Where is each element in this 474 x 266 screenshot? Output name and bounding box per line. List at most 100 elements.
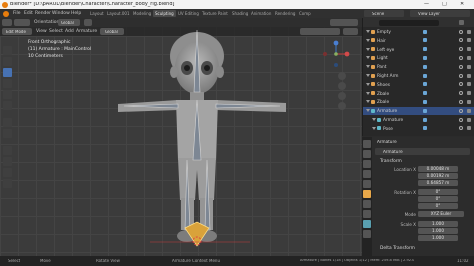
rotation-mode-dropdown[interactable]: XYZ Euler <box>418 211 464 217</box>
outliner-row[interactable]: Armature <box>363 116 474 124</box>
visibility-eye-icon[interactable] <box>459 82 463 87</box>
visibility-eye-icon[interactable] <box>459 108 463 113</box>
outliner-row[interactable]: Shoes <box>363 81 474 89</box>
outliner-row-label: Armature <box>383 118 404 123</box>
visibility-eye-icon[interactable] <box>459 126 463 131</box>
view-layer-selector[interactable]: View Layer <box>410 10 470 17</box>
expand-arrow-icon[interactable] <box>366 30 370 33</box>
scale-y-field[interactable]: 1.000 <box>418 228 458 234</box>
constraints-tab-icon[interactable] <box>363 210 371 218</box>
render-camera-icon[interactable] <box>467 99 471 104</box>
render-camera-icon[interactable] <box>467 47 471 52</box>
outliner-header <box>363 18 474 27</box>
expand-arrow-icon[interactable] <box>366 47 370 51</box>
expand-arrow-icon[interactable] <box>366 74 370 77</box>
outliner-row[interactable]: Pant <box>363 63 474 71</box>
expand-arrow-icon[interactable] <box>366 38 370 42</box>
scale-label: Scale X <box>400 222 416 227</box>
minimize-button[interactable]: — <box>424 2 429 7</box>
outliner-row[interactable]: Light <box>363 54 474 62</box>
rotation-y-field[interactable]: 0° <box>418 196 458 202</box>
render-camera-icon[interactable] <box>467 29 471 34</box>
output-tab-icon[interactable] <box>363 160 371 168</box>
rotation-x-field[interactable]: 0° <box>418 189 458 195</box>
rotation-label: Rotation X <box>394 190 416 195</box>
scene-tab-icon[interactable] <box>363 170 371 178</box>
outliner-row[interactable]: Pose <box>363 125 474 133</box>
clock: 11:02 <box>457 259 469 263</box>
visibility-eye-icon[interactable] <box>459 55 463 60</box>
outliner-row[interactable]: Right Arm <box>363 72 474 80</box>
outliner-row[interactable]: Empty <box>363 28 474 36</box>
visibility-eye-icon[interactable] <box>459 99 463 104</box>
maximize-button[interactable]: □ <box>442 2 447 7</box>
expand-arrow-icon[interactable] <box>366 56 370 60</box>
expand-arrow-icon[interactable] <box>366 65 370 69</box>
visibility-eye-icon[interactable] <box>459 29 463 34</box>
properties-header: Armature <box>373 139 473 146</box>
tool-tab-icon[interactable] <box>363 140 371 148</box>
expand-arrow-icon[interactable] <box>372 126 376 130</box>
status-stats: Armature | Bones 1/18 | Objects 1/12 | M… <box>300 259 415 262</box>
location-z-field[interactable]: 0.64857 m <box>418 180 458 186</box>
object-tab-icon[interactable] <box>363 190 371 198</box>
armature-data-tab-icon[interactable] <box>363 220 371 228</box>
visibility-eye-icon[interactable] <box>459 64 463 69</box>
location-x-field[interactable]: 0.00048 m <box>418 166 458 172</box>
outliner-row[interactable]: Zbale <box>363 90 474 98</box>
expand-arrow-icon[interactable] <box>366 82 370 86</box>
expand-arrow-icon[interactable] <box>366 100 370 104</box>
outliner-row[interactable]: Zbale <box>363 98 474 106</box>
visibility-eye-icon[interactable] <box>459 38 463 43</box>
outliner-search-field[interactable] <box>379 19 439 26</box>
object-type-icon <box>371 38 375 43</box>
modifier-icon <box>423 99 427 104</box>
expand-arrow-icon[interactable] <box>366 109 370 113</box>
outliner-row[interactable]: Left eye <box>363 46 474 54</box>
location-y-field[interactable]: 0.00192 m <box>418 173 458 179</box>
status-move-hint: Move <box>40 259 51 263</box>
transform-section-header[interactable]: Transform <box>380 159 402 164</box>
scene-selector[interactable]: Scene <box>364 10 404 17</box>
render-camera-icon[interactable] <box>467 55 471 60</box>
outliner-row-label: Hair <box>377 38 386 44</box>
outliner-row-label: Pose <box>383 126 393 132</box>
visibility-eye-icon[interactable] <box>459 91 463 96</box>
close-button[interactable]: ✕ <box>460 2 464 7</box>
render-camera-icon[interactable] <box>467 126 471 131</box>
visibility-eye-icon[interactable] <box>459 117 463 122</box>
bone-tab-icon[interactable] <box>363 230 371 238</box>
outliner-row[interactable]: Armature <box>363 107 474 116</box>
outliner-row-label: Left eye <box>377 47 395 53</box>
object-name-value: Armature <box>383 149 403 154</box>
delta-transform-section-header[interactable]: Delta Transform <box>380 246 415 251</box>
render-tab-icon[interactable] <box>363 150 371 158</box>
visibility-eye-icon[interactable] <box>459 47 463 52</box>
render-camera-icon[interactable] <box>467 82 471 87</box>
object-type-icon <box>371 82 375 87</box>
world-tab-icon[interactable] <box>363 180 371 188</box>
scale-z-field[interactable]: 1.000 <box>418 235 458 241</box>
render-camera-icon[interactable] <box>467 73 471 78</box>
view-layer-label: View Layer <box>418 11 440 16</box>
rotation-z-field[interactable]: 0° <box>418 203 458 209</box>
physics-tab-icon[interactable] <box>363 200 371 208</box>
render-camera-icon[interactable] <box>467 64 471 69</box>
outliner-filter-icon[interactable] <box>459 20 464 25</box>
object-type-icon <box>371 91 375 96</box>
modifier-icon <box>423 47 427 52</box>
render-camera-icon[interactable] <box>467 117 471 122</box>
render-camera-icon[interactable] <box>467 91 471 96</box>
render-camera-icon[interactable] <box>467 38 471 43</box>
outliner-row-label: Pant <box>377 65 387 71</box>
object-name-field[interactable]: Armature <box>375 148 470 155</box>
expand-arrow-icon[interactable] <box>372 118 376 121</box>
character-model[interactable] <box>0 0 362 256</box>
outliner-row[interactable]: Hair <box>363 37 474 45</box>
expand-arrow-icon[interactable] <box>366 91 370 95</box>
visibility-eye-icon[interactable] <box>459 73 463 78</box>
scale-x-field[interactable]: 1.000 <box>418 221 458 227</box>
outliner-row-label: Armature <box>377 109 398 115</box>
render-camera-icon[interactable] <box>467 108 471 113</box>
modifier-icon <box>423 38 427 43</box>
